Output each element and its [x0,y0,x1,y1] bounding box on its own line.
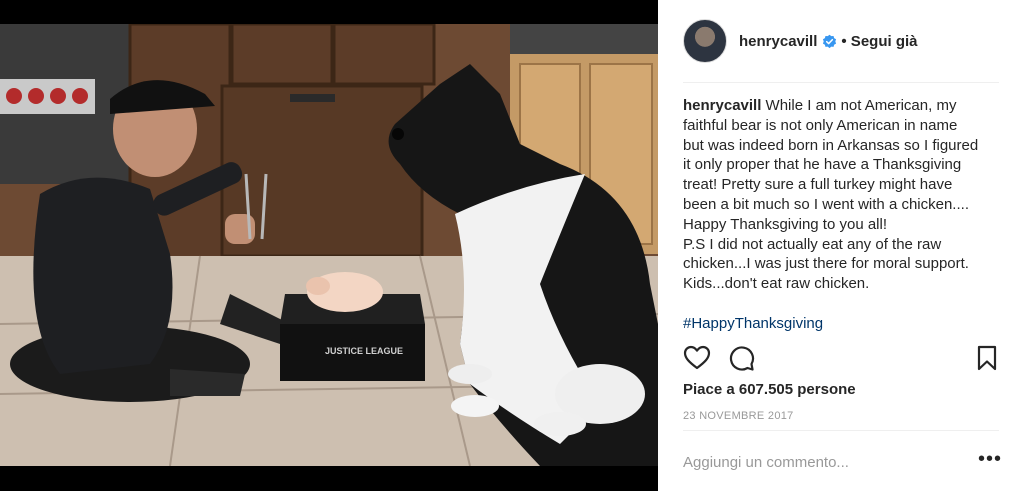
post-date[interactable]: 23 NOVEMBRE 2017 [683,410,794,422]
box-label: JUSTICE LEAGUE [325,346,403,356]
photo-illustration: JUSTICE LEAGUE [0,24,658,466]
comment-icon[interactable] [727,344,755,372]
following-button[interactable]: • Segui già [841,33,917,50]
header-divider [683,82,999,83]
header-username[interactable]: henrycavill [739,33,817,50]
caption-text: While I am not American, my faithful bea… [683,97,979,293]
comment-input[interactable] [683,449,943,475]
hashtag-link[interactable]: #HappyThanksgiving [683,315,823,332]
post-header: henrycavill • Segui già [658,0,1024,82]
post-photo[interactable]: JUSTICE LEAGUE [0,24,658,466]
likes-count[interactable]: Piace a 607.505 persone [683,381,856,398]
post-actions [683,344,999,374]
verified-badge-icon [823,34,837,48]
heart-icon[interactable] [683,344,711,372]
post-side-panel: henrycavill • Segui già henrycavill Whil… [658,0,1024,491]
post-caption: henrycavill While I am not American, my … [683,96,1003,334]
post-photo-frame: JUSTICE LEAGUE [0,0,658,491]
avatar[interactable] [683,19,727,63]
bookmark-icon[interactable] [973,344,1001,372]
more-options-icon[interactable]: ••• [978,449,1002,472]
caption-username[interactable]: henrycavill [683,97,761,114]
comment-divider [683,430,999,431]
